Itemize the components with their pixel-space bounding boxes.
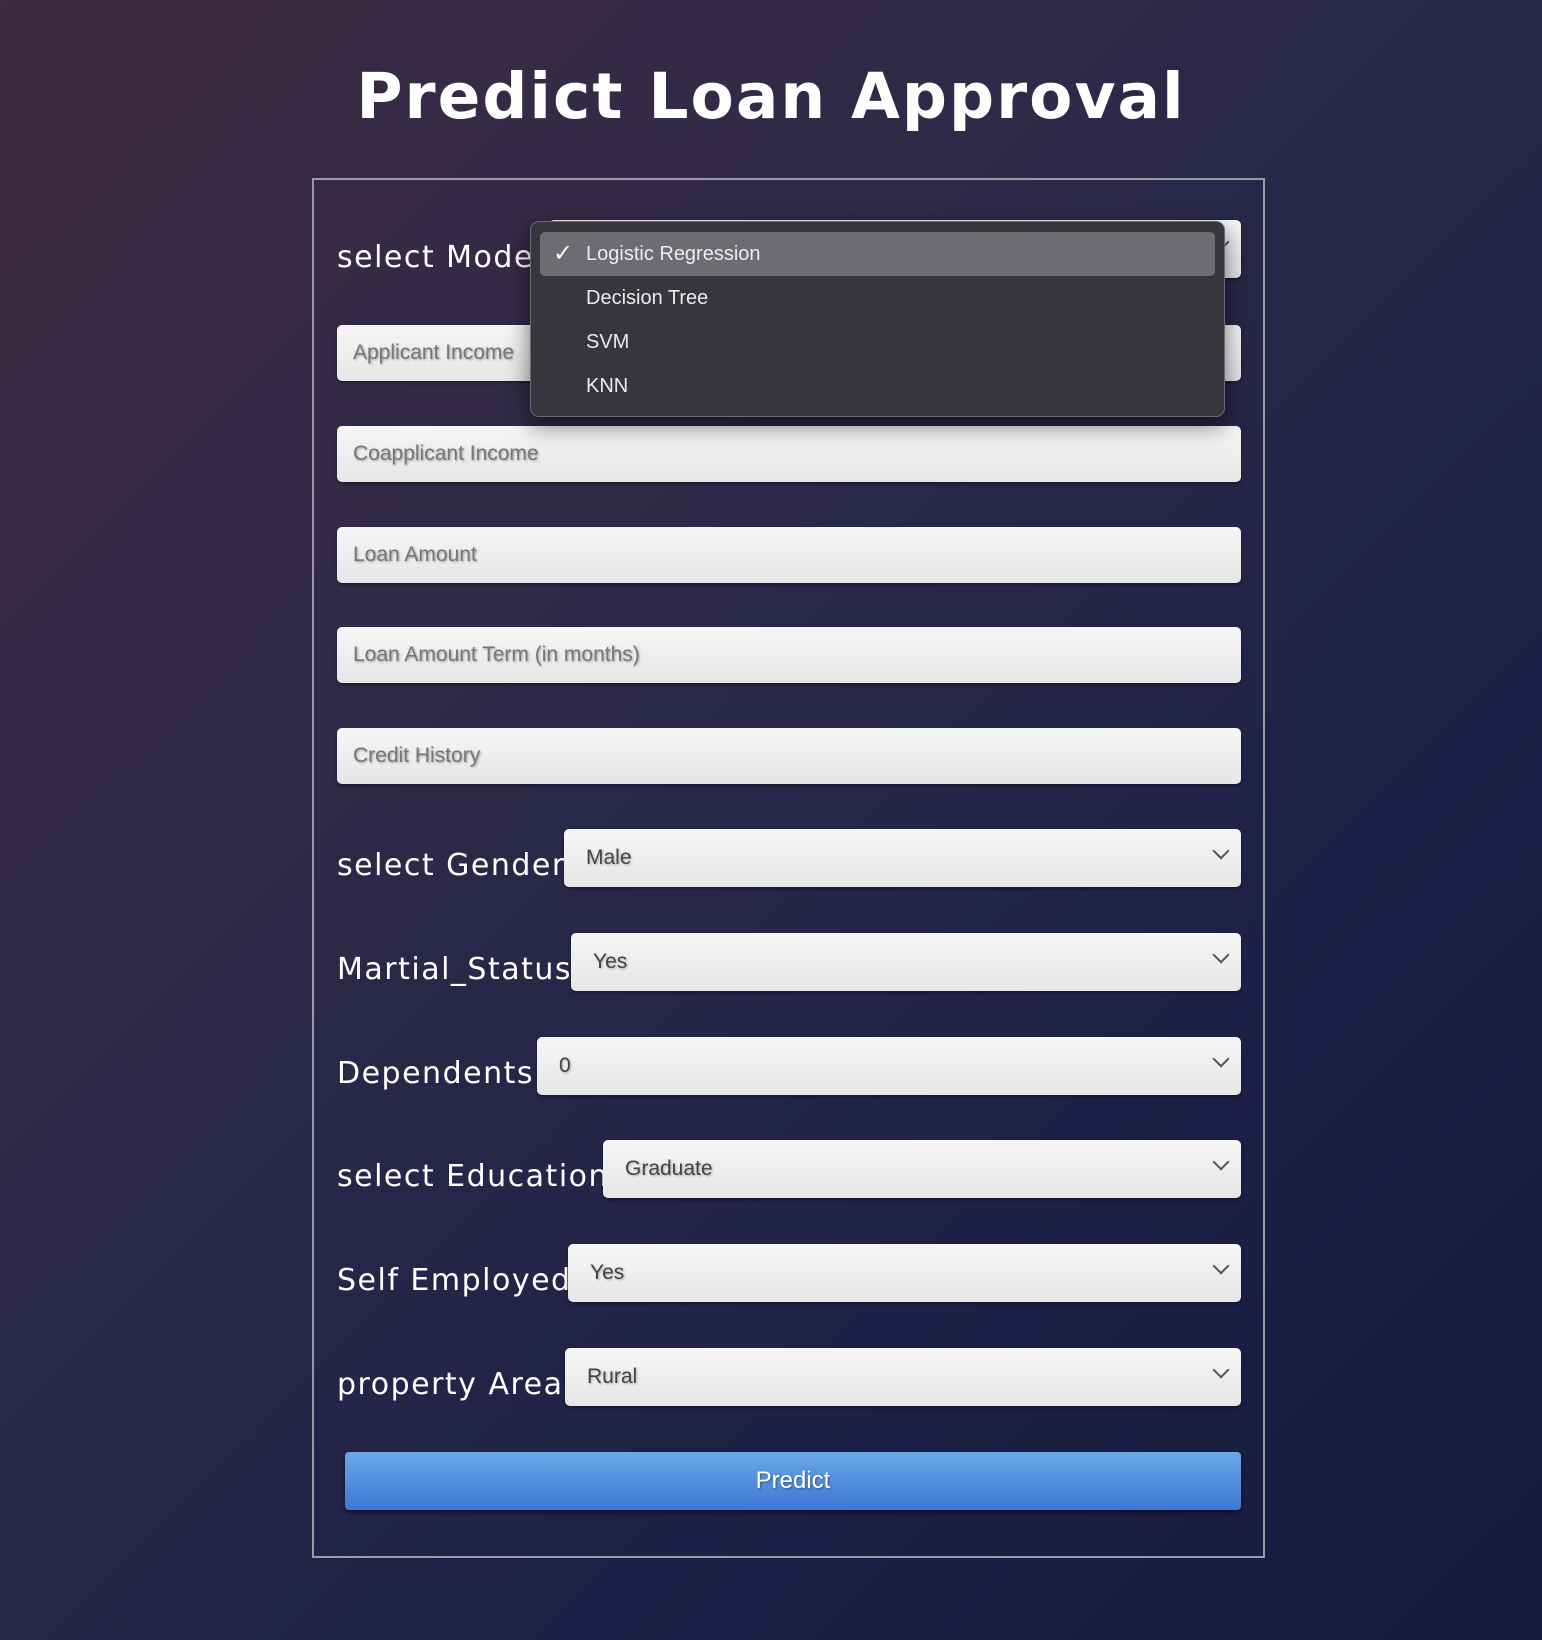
- model-option-label: KNN: [586, 375, 629, 397]
- education-select-value: Graduate: [625, 1157, 713, 1180]
- gender-label: select Gender: [337, 848, 566, 883]
- marital-status-label: Martial_Status: [337, 952, 573, 987]
- model-option-label: Decision Tree: [586, 287, 709, 309]
- loan-amount-input[interactable]: Loan Amount: [337, 527, 1241, 583]
- predict-button[interactable]: Predict: [345, 1452, 1241, 1510]
- chevron-down-icon: [1212, 1153, 1230, 1171]
- dependents-label: Dependents: [337, 1056, 534, 1091]
- property-area-select[interactable]: Rural: [565, 1348, 1241, 1406]
- marital-status-select-value: Yes: [593, 950, 628, 973]
- dependents-select-value: 0: [559, 1054, 571, 1077]
- model-label: select Model: [337, 240, 544, 275]
- gender-select-value: Male: [586, 846, 632, 869]
- property-area-select-value: Rural: [587, 1365, 638, 1388]
- chevron-down-icon: [1212, 946, 1230, 964]
- self-employed-label: Self Employed: [337, 1263, 572, 1298]
- self-employed-select-value: Yes: [590, 1261, 625, 1284]
- model-option-decision-tree[interactable]: Decision Tree: [540, 276, 1215, 320]
- model-option-label: SVM: [586, 331, 630, 353]
- chevron-down-icon: [1212, 1361, 1230, 1379]
- loan-amount-term-input[interactable]: Loan Amount Term (in months): [337, 627, 1241, 683]
- chevron-down-icon: [1212, 1257, 1230, 1275]
- checkmark-icon: ✓: [553, 240, 574, 267]
- credit-history-input[interactable]: Credit History: [337, 728, 1241, 784]
- dependents-select[interactable]: 0: [537, 1037, 1241, 1095]
- chevron-down-icon: [1212, 1050, 1230, 1068]
- education-select[interactable]: Graduate: [603, 1140, 1241, 1198]
- coapplicant-income-input[interactable]: Coapplicant Income: [337, 426, 1241, 482]
- model-option-label: Logistic Regression: [586, 243, 761, 265]
- education-label: select Education: [337, 1159, 610, 1194]
- model-option-knn[interactable]: KNN: [540, 364, 1215, 408]
- self-employed-select[interactable]: Yes: [568, 1244, 1241, 1302]
- model-dropdown-menu: ✓ Logistic Regression Decision Tree SVM …: [530, 221, 1225, 417]
- model-option-svm[interactable]: SVM: [540, 320, 1215, 364]
- chevron-down-icon: [1212, 842, 1230, 860]
- property-area-label: property Area: [337, 1367, 564, 1402]
- gender-select[interactable]: Male: [564, 829, 1241, 887]
- model-option-logistic-regression[interactable]: ✓ Logistic Regression: [540, 232, 1215, 276]
- page-title: Predict Loan Approval: [356, 60, 1186, 133]
- marital-status-select[interactable]: Yes: [571, 933, 1241, 991]
